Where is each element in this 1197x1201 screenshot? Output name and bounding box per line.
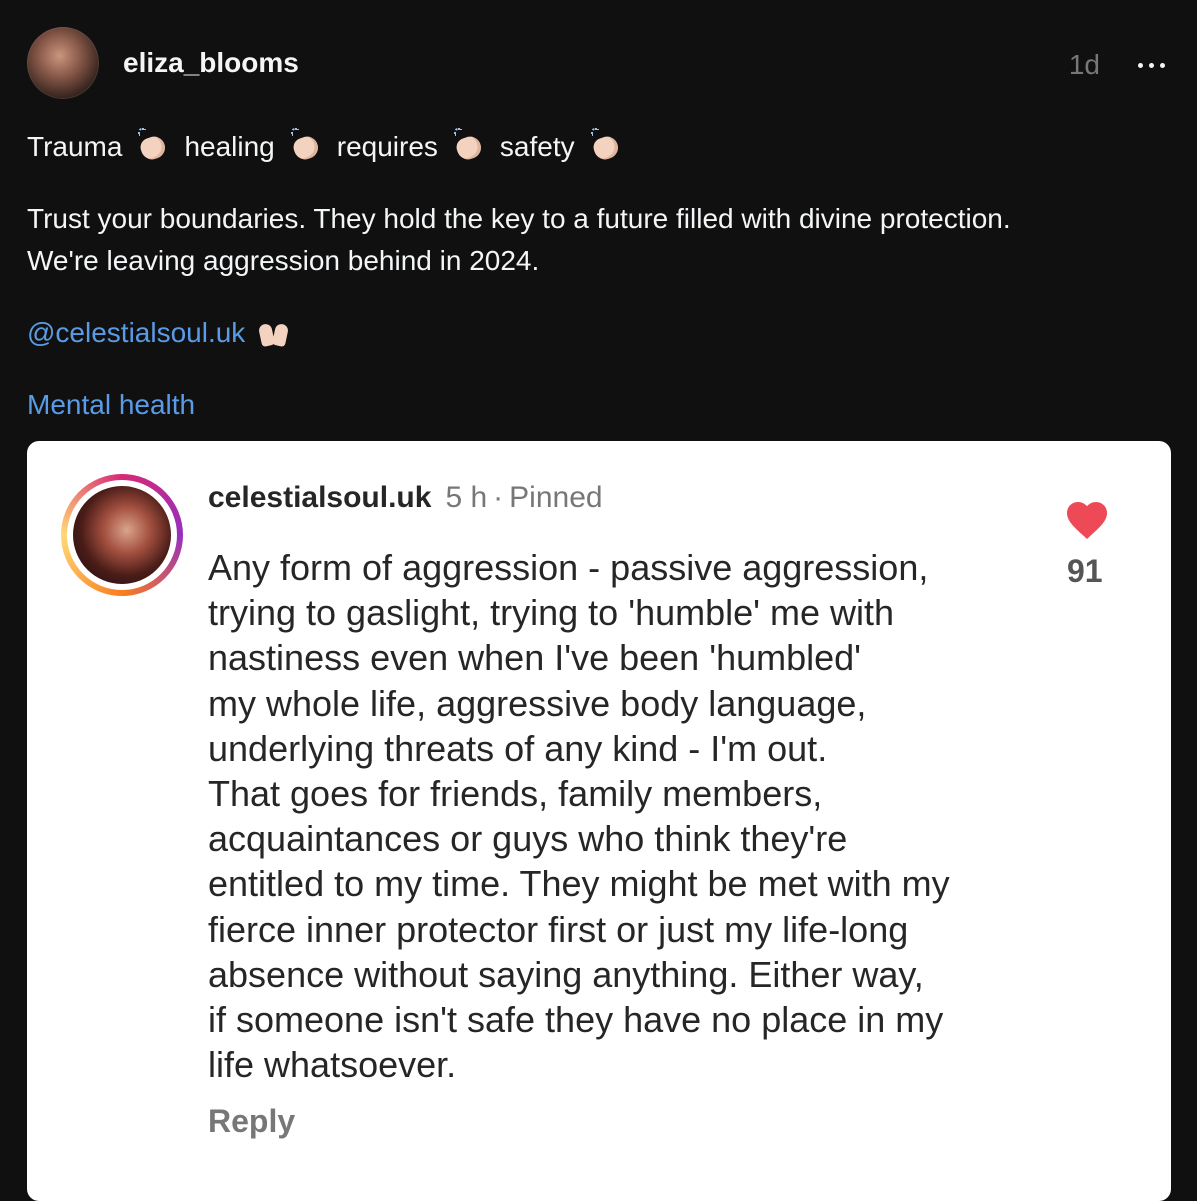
headline-word: Trauma <box>27 131 123 162</box>
headline-word: safety <box>499 131 575 162</box>
comment-username[interactable]: celestialsoul.uk <box>208 481 431 514</box>
post-username[interactable]: eliza_blooms <box>123 47 299 79</box>
post-body-line: Trust your boundaries. They hold the key… <box>27 203 1011 234</box>
comment-line: trying to gaslight, trying to 'humble' m… <box>208 592 895 634</box>
comment-text: Any form of aggression - passive aggress… <box>208 545 1068 1087</box>
post-body-line: We're leaving aggression behind in 2024. <box>27 245 540 276</box>
clapping-hands-icon <box>289 128 323 162</box>
comment-line: if someone isn't safe they have no place… <box>208 999 944 1041</box>
more-options-icon[interactable] <box>1134 39 1170 75</box>
post-mention-line: @celestialsoul.uk <box>27 312 291 354</box>
raising-hands-icon <box>257 316 291 348</box>
like-count: 91 <box>1067 553 1103 589</box>
comment-timestamp: 5 h <box>445 481 488 514</box>
comment-line: That goes for friends, family members, <box>208 773 823 815</box>
clapping-hands-icon <box>136 128 170 162</box>
headline-word: healing <box>184 131 275 162</box>
comment-line: my whole life, aggressive body language, <box>208 682 867 724</box>
heart-icon[interactable] <box>1063 496 1111 540</box>
avatar[interactable] <box>27 27 99 99</box>
comment-line: fierce inner protector first or just my … <box>208 908 909 950</box>
post-headline: Trauma healing requires safety <box>27 126 637 168</box>
comment-line: absence without saying anything. Either … <box>208 953 924 995</box>
comment-line: underlying threats of any kind - I'm out… <box>208 727 828 769</box>
comment-line: Any form of aggression - passive aggress… <box>208 547 929 588</box>
meta-separator: · <box>493 481 504 514</box>
post-header: eliza_blooms 1d <box>27 27 1170 101</box>
headline-word: requires <box>336 131 438 162</box>
reply-button[interactable]: Reply <box>208 1103 295 1140</box>
comment-line: acquaintances or guys who think they're <box>208 818 848 860</box>
comment-meta: celestialsoul.uk 5 h · Pinned <box>208 481 603 515</box>
pinned-label: Pinned <box>509 481 603 514</box>
comment-line: entitled to my time. They might be met w… <box>208 863 950 905</box>
post-timestamp: 1d <box>1068 49 1100 80</box>
comment-screenshot-card: celestialsoul.uk 5 h · Pinned Any form of a… <box>27 441 1171 1201</box>
comment-avatar[interactable] <box>61 474 183 596</box>
topic-tag-link[interactable]: Mental health <box>27 384 195 426</box>
comment-line: life whatsoever. <box>208 1044 457 1086</box>
clapping-hands-icon <box>589 128 623 162</box>
mention-link[interactable]: @celestialsoul.uk <box>27 317 245 348</box>
clapping-hands-icon <box>452 128 486 162</box>
comment-line: nastiness even when I've been 'humbled' <box>208 637 862 679</box>
